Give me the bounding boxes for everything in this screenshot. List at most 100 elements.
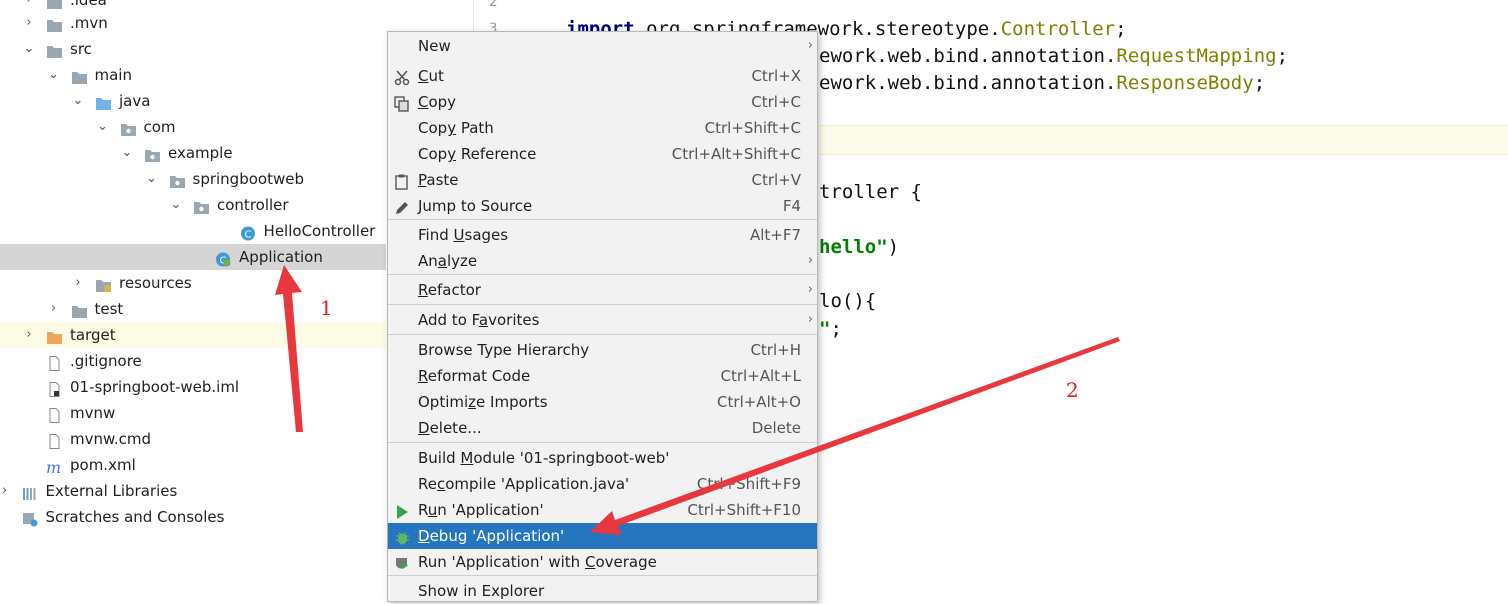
menu-item-recompile-application-java[interactable]: Recompile 'Application.java' Ctrl+Shift+F… bbox=[388, 471, 817, 497]
chevron-down-icon[interactable]: ⌄ bbox=[71, 88, 85, 114]
menu-item-copy-reference[interactable]: Copy Reference Ctrl+Alt+Shift+C bbox=[388, 141, 817, 167]
tree-item-resources[interactable]: › resources bbox=[0, 270, 386, 296]
tree-item-mvnw[interactable]: mvnw bbox=[0, 400, 386, 426]
menu-item-debug-application[interactable]: Debug 'Application' bbox=[388, 523, 817, 549]
tree-item-label: .gitignore bbox=[70, 352, 142, 370]
chevron-right-icon[interactable]: › bbox=[22, 322, 36, 348]
spring-boot-class-icon: C bbox=[215, 249, 232, 267]
source-folder-icon bbox=[95, 93, 112, 110]
menu-item-jump-to-source[interactable]: Jump to Source F4 bbox=[388, 193, 817, 219]
menu-item-refactor[interactable]: Refactor › bbox=[388, 277, 817, 303]
menu-item-run-application[interactable]: Run 'Application' Ctrl+Shift+F10 bbox=[388, 497, 817, 523]
package-icon bbox=[144, 145, 161, 162]
tree-item-com[interactable]: ⌄ com bbox=[0, 114, 386, 140]
tree-item-01-springboot-web-iml[interactable]: 01-springboot-web.iml bbox=[0, 374, 386, 400]
package-icon bbox=[193, 197, 210, 214]
package-icon bbox=[169, 171, 186, 188]
chevron-right-icon[interactable]: › bbox=[71, 270, 85, 296]
tree-item-pom-xml[interactable]: m pom.xml bbox=[0, 452, 386, 478]
chevron-down-icon[interactable]: ⌄ bbox=[169, 192, 183, 218]
debug-icon bbox=[394, 528, 411, 545]
tree-item-main[interactable]: ⌄ main bbox=[0, 62, 386, 88]
menu-item-label: Cut bbox=[418, 67, 444, 85]
menu-item-paste[interactable]: Paste Ctrl+V bbox=[388, 167, 817, 193]
file-icon bbox=[46, 431, 63, 449]
tree-item-label: External Libraries bbox=[45, 482, 178, 500]
tree-item-label: test bbox=[94, 300, 124, 318]
menu-item-build-module-01-springboot-web[interactable]: Build Module '01-springboot-web' bbox=[388, 445, 817, 471]
chevron-right-icon[interactable]: › bbox=[47, 296, 61, 322]
menu-item-shortcut: Ctrl+Shift+F10 bbox=[687, 501, 801, 519]
folder-icon bbox=[71, 301, 88, 318]
menu-item-delete[interactable]: Delete... Delete bbox=[388, 415, 817, 441]
tree-item-application[interactable]: C Application bbox=[0, 244, 386, 270]
menu-item-reformat-code[interactable]: Reformat Code Ctrl+Alt+L bbox=[388, 363, 817, 389]
menu-item-copy-path[interactable]: Copy Path Ctrl+Shift+C bbox=[388, 115, 817, 141]
tree-item-mvn[interactable]: › .mvn bbox=[0, 10, 386, 36]
tree-item-example[interactable]: ⌄ example bbox=[0, 140, 386, 166]
menu-item-label: Run 'Application' with Coverage bbox=[418, 553, 657, 571]
menu-item-shortcut: Ctrl+Alt+O bbox=[717, 393, 801, 411]
tree-item-java[interactable]: ⌄ java bbox=[0, 88, 386, 114]
menu-item-label: Run 'Application' bbox=[418, 501, 544, 519]
menu-item-copy[interactable]: Copy Ctrl+C bbox=[388, 89, 817, 115]
submenu-arrow-icon: › bbox=[807, 38, 813, 53]
tree-item-label: target bbox=[70, 326, 116, 344]
menu-item-optimize-imports[interactable]: Optimize Imports Ctrl+Alt+O bbox=[388, 389, 817, 415]
menu-item-new[interactable]: New › bbox=[388, 33, 817, 59]
menu-item-browse-type-hierarchy[interactable]: Browse Type Hierarchy Ctrl+H bbox=[388, 337, 817, 363]
submenu-arrow-icon: › bbox=[807, 253, 813, 268]
scissors-icon bbox=[394, 68, 411, 86]
menu-separator bbox=[388, 575, 817, 576]
tree-item-scratches-and-consoles[interactable]: Scratches and Consoles bbox=[0, 504, 386, 530]
menu-item-analyze[interactable]: Analyze › bbox=[388, 248, 817, 274]
menu-item-label: Copy Reference bbox=[418, 145, 537, 163]
submenu-arrow-icon: › bbox=[807, 312, 813, 327]
chevron-right-icon[interactable]: › bbox=[0, 478, 12, 504]
menu-item-run-application-with-coverage[interactable]: Run 'Application' with Coverage bbox=[388, 549, 817, 575]
menu-item-label: Reformat Code bbox=[418, 367, 531, 385]
menu-item-find-usages[interactable]: Find Usages Alt+F7 bbox=[388, 222, 817, 248]
submenu-arrow-icon: › bbox=[807, 282, 813, 297]
menu-item-add-to-favorites[interactable]: Add to Favorites › bbox=[388, 307, 817, 333]
context-menu[interactable]: New › Cut Ctrl+X Copy Ctrl+C Copy Path Ctrl+Shi… bbox=[387, 31, 818, 602]
menu-separator bbox=[388, 304, 817, 305]
folder-icon bbox=[46, 41, 63, 58]
menu-separator bbox=[388, 442, 817, 443]
chevron-down-icon[interactable]: ⌄ bbox=[145, 166, 159, 192]
menu-item-label: Browse Type Hierarchy bbox=[418, 341, 590, 359]
menu-item-label: Jump to Source bbox=[418, 197, 533, 215]
tree-item-label: Scratches and Consoles bbox=[45, 508, 225, 526]
chevron-down-icon[interactable]: ⌄ bbox=[120, 140, 134, 166]
code-line-12: lo(){ bbox=[819, 290, 877, 312]
code-line-4: ework.web.bind.annotation.RequestMapping… bbox=[819, 45, 1289, 67]
tree-item-label: example bbox=[168, 144, 233, 162]
iml-file-icon bbox=[46, 379, 63, 397]
svg-text:m: m bbox=[46, 460, 61, 475]
menu-separator bbox=[388, 334, 817, 335]
chevron-down-icon[interactable]: ⌄ bbox=[47, 62, 61, 88]
tree-item-hellocontroller[interactable]: C HelloController bbox=[0, 218, 386, 244]
tree-item-src[interactable]: ⌄ src bbox=[0, 36, 386, 62]
chevron-right-icon[interactable]: › bbox=[22, 10, 36, 36]
tree-item-mvnw-cmd[interactable]: mvnw.cmd bbox=[0, 426, 386, 452]
tree-item-external-libraries[interactable]: › External Libraries bbox=[0, 478, 386, 504]
chevron-down-icon[interactable]: ⌄ bbox=[22, 36, 36, 62]
tree-item-label: springbootweb bbox=[192, 170, 304, 188]
chevron-down-icon[interactable]: ⌄ bbox=[96, 114, 110, 140]
tree-item-target[interactable]: › target bbox=[0, 322, 386, 348]
code-line-8: troller { bbox=[819, 181, 922, 203]
folder-icon bbox=[46, 0, 63, 9]
tree-item-label: HelloController bbox=[263, 222, 376, 240]
menu-item-cut[interactable]: Cut Ctrl+X bbox=[388, 63, 817, 89]
tree-item-label: Application bbox=[239, 248, 323, 266]
menu-item-show-in-explorer[interactable]: Show in Explorer bbox=[388, 578, 817, 604]
menu-item-shortcut: Ctrl+X bbox=[751, 67, 801, 85]
tree-item-label: controller bbox=[217, 196, 289, 214]
tree-item-controller[interactable]: ⌄ controller bbox=[0, 192, 386, 218]
tree-item-springbootweb[interactable]: ⌄ springbootweb bbox=[0, 166, 386, 192]
package-icon bbox=[120, 119, 137, 136]
tree-item-gitignore[interactable]: .gitignore bbox=[0, 348, 386, 374]
menu-item-label: Add to Favorites bbox=[418, 311, 540, 329]
tree-item-label: main bbox=[94, 66, 132, 84]
